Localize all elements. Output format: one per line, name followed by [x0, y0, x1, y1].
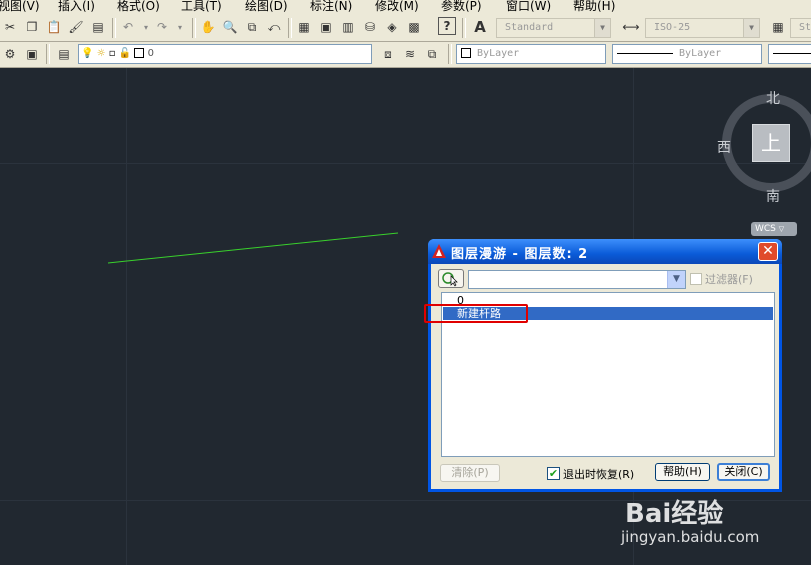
ucs-menu[interactable]: WCS ▽ [751, 222, 797, 236]
chevron-down-icon: ▽ [778, 225, 785, 233]
layer-walk-dialog: 图层漫游 - 图层数: 2 ✕ ▼ 过滤器(F) 0 新建杆路 清除(P) ✔ … [428, 239, 782, 492]
dialog-titlebar[interactable]: 图层漫游 - 图层数: 2 ✕ [428, 239, 782, 264]
layer-filter-combo[interactable]: ▼ [468, 270, 686, 289]
baidu-jingyan-logo: Bai经验 [625, 499, 724, 529]
autocad-logo-icon [432, 244, 446, 258]
chevron-down-icon: ▼ [667, 271, 685, 288]
pick-cursor-icon [442, 272, 458, 287]
close-icon[interactable]: ✕ [758, 242, 778, 261]
viewcube-top-face[interactable]: 上 [752, 124, 790, 162]
annotation-highlight-box [424, 304, 528, 323]
close-button[interactable]: 关闭(C) [717, 463, 770, 481]
watermark-url: jingyan.baidu.com [621, 528, 760, 546]
green-polyline[interactable] [107, 232, 399, 264]
compass-west[interactable]: 西 [717, 137, 731, 157]
dialog-title: 图层漫游 - 图层数: 2 [451, 247, 589, 262]
restore-on-exit-checkbox[interactable]: ✔ [547, 467, 560, 480]
filter-checkbox[interactable] [690, 273, 702, 285]
restore-on-exit-label: 退出时恢复(R) [563, 468, 635, 481]
filter-label: 过滤器(F) [705, 273, 753, 286]
compass-south[interactable]: 南 [766, 186, 780, 206]
help-button[interactable]: 帮助(H) [655, 463, 710, 481]
compass-north[interactable]: 北 [766, 88, 780, 108]
purge-button[interactable]: 清除(P) [440, 464, 500, 482]
select-objects-button[interactable] [438, 269, 464, 288]
